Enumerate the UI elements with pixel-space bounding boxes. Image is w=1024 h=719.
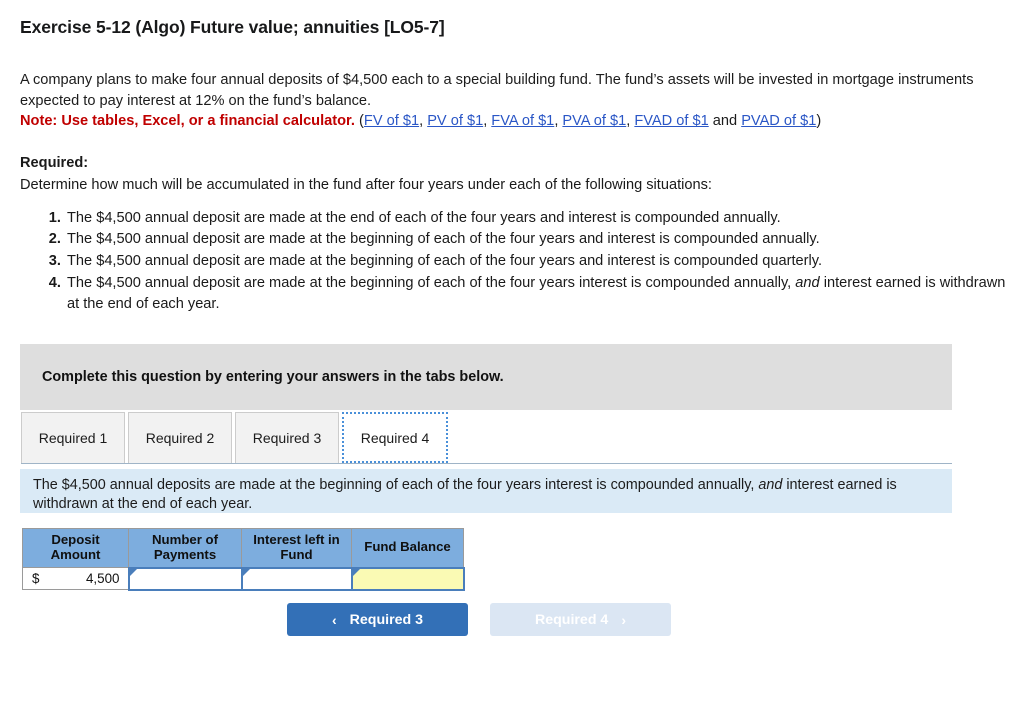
header-line-2: Amount [50,547,101,563]
exercise-page: Exercise 5-12 (Algo) Future value; annui… [0,17,1024,636]
problem-paragraph: A company plans to make four annual depo… [20,72,974,109]
link-pva-of-1[interactable]: PVA of $1 [562,113,626,129]
list-item: The $4,500 annual deposit are made at th… [65,251,1010,272]
header-line-1: Number of [152,532,218,547]
active-tab-description-panel: The $4,500 annual deposits are made at t… [20,469,952,513]
note-label: Note: Use tables, Excel, or a financial … [20,113,355,130]
cell-flag-icon [242,568,250,576]
tab-required-1[interactable]: Required 1 [21,412,125,463]
table-row: $ 4,500 [22,566,465,591]
active-tab-description-text: The $4,500 annual deposits are made at t… [20,469,957,513]
deposit-amount-number: 4,500 [85,571,120,587]
header-line-1: Deposit [51,532,100,548]
tabs-underline [21,463,952,464]
header-line-1: Interest left in [253,532,340,547]
chevron-right-icon: › [621,611,626,628]
cell-flag-icon [129,568,137,576]
required-heading: Required: [20,155,89,172]
currency-symbol: $ [32,571,40,587]
table-header-row: Deposit Amount Number of Payments Intere… [22,527,464,569]
input-fund-balance[interactable] [350,566,465,591]
page-title: Exercise 5-12 (Algo) Future value; annui… [20,17,445,37]
input-number-of-payments[interactable] [127,566,243,591]
link-sep-0: , [419,113,428,130]
paren-close: ) [816,113,822,130]
tabs-row: Required 1 Required 2 Required 3 Require… [21,412,952,464]
tabs-strip: Required 1 Required 2 Required 3 Require… [21,412,952,465]
required-section: Required: Determine how much will be acc… [20,153,1010,315]
column-header-number-of-payments: Number of Payments [128,527,242,569]
tab-required-3[interactable]: Required 3 [235,412,339,463]
next-required-label: Required 4 [535,611,609,628]
tab-label: Required 1 [38,430,108,446]
link-fv-of-1[interactable]: FV of $1 [364,113,419,129]
list-item: The $4,500 annual deposit are made at th… [65,273,1010,315]
tab-label: Required 2 [145,430,215,446]
link-pvad-of-1[interactable]: PVAD of $1 [741,113,816,129]
column-header-fund-balance: Fund Balance [351,527,464,569]
column-header-interest-left-in-fund: Interest left in Fund [241,527,352,569]
chevron-left-icon: ‹ [332,611,337,628]
instruction-banner: Complete this question by entering your … [20,344,952,410]
info-pre: The $4,500 annual deposits are made at t… [33,477,759,493]
list-item: The $4,500 annual deposit are made at th… [65,229,1010,250]
header-line-1: Fund Balance [364,539,451,555]
prev-required-button[interactable]: ‹ Required 3 [287,603,468,636]
problem-statement: A company plans to make four annual depo… [20,70,988,132]
tab-required-2[interactable]: Required 2 [128,412,232,463]
header-line-2: Fund [280,546,313,562]
answer-table: Deposit Amount Number of Payments Intere… [22,527,465,591]
header-line-2: Payments [153,546,217,562]
tab-label: Required 4 [360,429,430,446]
info-italic: and [758,477,783,493]
note-line: Note: Use tables, Excel, or a financial … [20,111,988,132]
tab-required-4[interactable]: Required 4 [342,412,448,463]
link-fva-of-1[interactable]: FVA of $1 [491,113,554,129]
tab-label: Required 3 [252,430,322,446]
cell-flag-icon [352,568,360,576]
list-item: The $4,500 annual deposit are made at th… [65,208,1010,229]
input-interest-left-in-fund[interactable] [240,566,353,591]
next-required-button[interactable]: Required 4 › [490,603,671,636]
answer-table-body: $ 4,500 [22,566,465,591]
link-pv-of-1[interactable]: PV of $1 [427,113,483,129]
column-header-deposit-amount: Deposit Amount [22,527,129,569]
answer-table-head: Deposit Amount Number of Payments Intere… [22,527,464,569]
link-fvad-of-1[interactable]: FVAD of $1 [634,113,708,129]
list-item-text-italic: and [795,274,820,291]
cell-deposit-amount: $ 4,500 [22,567,129,591]
instruction-banner-text: Complete this question by entering your … [42,369,504,385]
link-sep-4: and [708,113,742,130]
list-item-text-pre: The $4,500 annual deposit are made at th… [67,274,796,291]
deposit-amount-value: $ 4,500 [23,568,128,589]
required-intro: Determine how much will be accumulated i… [20,176,712,193]
required-list: The $4,500 annual deposit are made at th… [20,208,1010,315]
navigation-buttons: ‹ Required 3 Required 4 › [287,603,671,636]
prev-required-label: Required 3 [349,611,423,628]
